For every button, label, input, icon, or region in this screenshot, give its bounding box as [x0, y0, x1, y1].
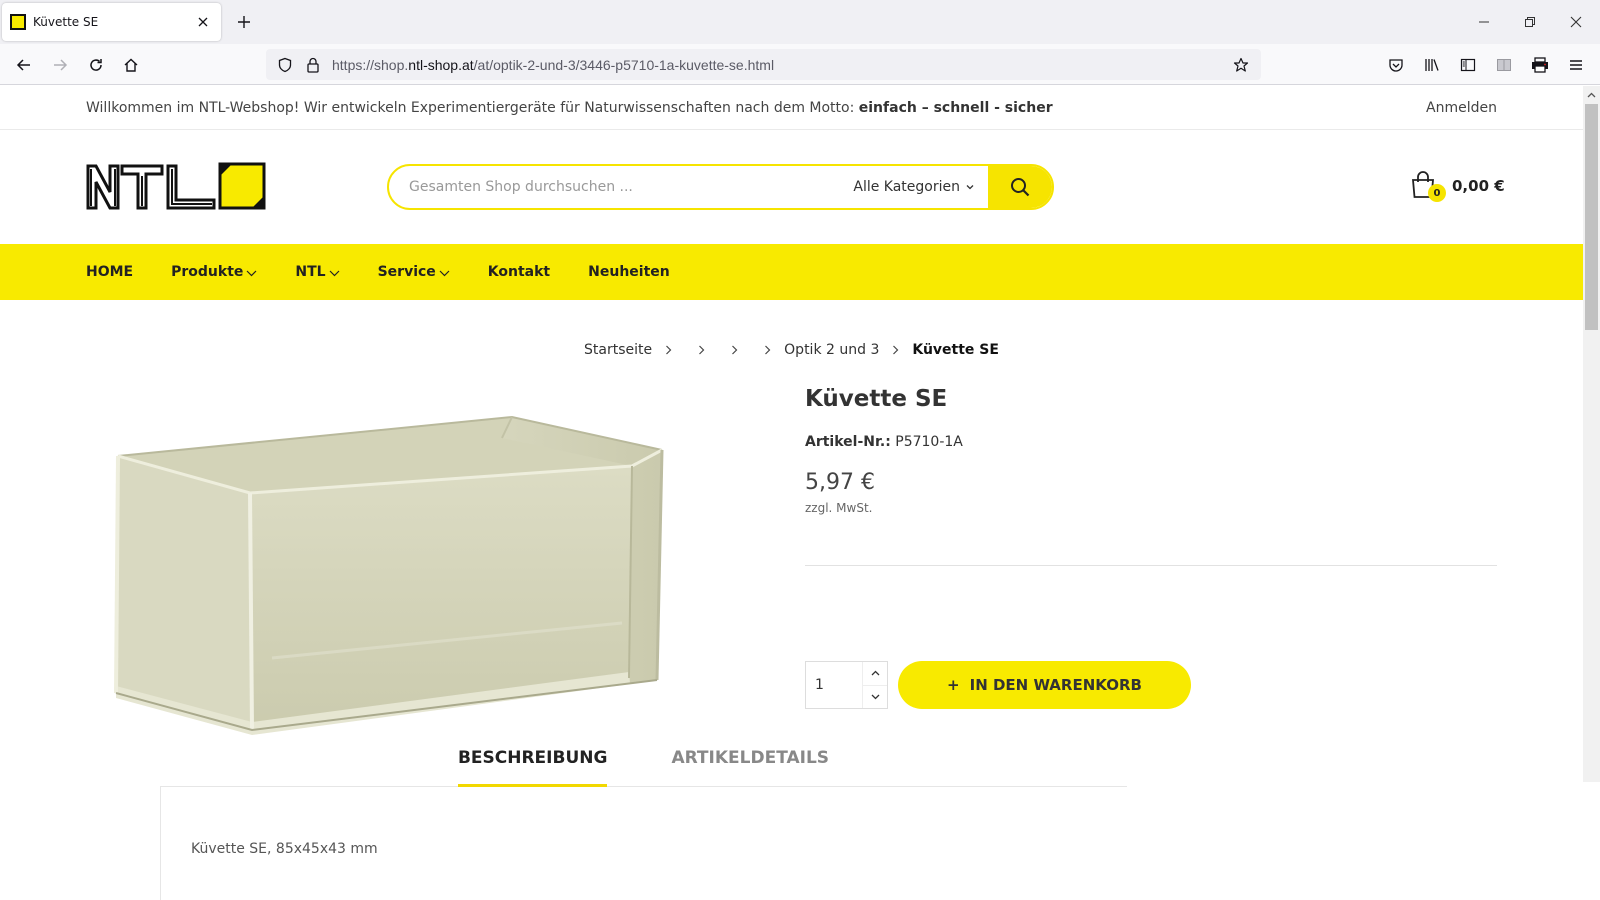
nav-neuheiten-label: Neuheiten [588, 264, 670, 280]
nav-ntl[interactable]: NTL [295, 264, 340, 280]
product-info: Küvette SE Artikel-Nr.: P5710-1A 5,97 € … [805, 386, 1497, 566]
login-link[interactable]: Anmelden [1426, 100, 1497, 116]
browser-tab-bar: Küvette SE [0, 0, 1600, 44]
product-title: Küvette SE [805, 386, 948, 412]
lock-icon[interactable] [304, 56, 322, 74]
vertical-scrollbar[interactable] [1583, 86, 1600, 782]
motto-text: einfach – schnell - sicher [858, 99, 1053, 116]
favicon-icon [10, 14, 26, 30]
add-to-cart-label: IN DEN WARENKORB [969, 676, 1142, 694]
shopping-bag-icon: 0 [1410, 171, 1446, 202]
close-tab-icon[interactable] [193, 12, 213, 32]
quantity-stepper [805, 661, 888, 709]
sku-value: P5710-1A [895, 434, 963, 450]
tab-description[interactable]: BESCHREIBUNG [457, 744, 608, 787]
mini-cart[interactable]: 0 0,00 € [1410, 171, 1505, 202]
quantity-arrows [862, 662, 887, 708]
chevron-right-icon [731, 345, 738, 355]
pocket-icon[interactable] [1384, 53, 1408, 77]
breadcrumb-current: Küvette SE [912, 342, 999, 358]
tab-title: Küvette SE [33, 15, 99, 29]
category-select-label: Alle Kategorien [853, 179, 960, 195]
shield-icon[interactable] [276, 56, 294, 74]
welcome-bar: Willkommen im NTL-Webshop! Wir entwickel… [0, 86, 1583, 130]
sidebar-icon[interactable] [1456, 53, 1480, 77]
chevron-right-icon [665, 345, 672, 355]
welcome-message: Willkommen im NTL-Webshop! Wir entwickel… [86, 99, 1053, 116]
library-icon[interactable] [1420, 53, 1444, 77]
category-select[interactable]: Alle Kategorien [839, 166, 988, 208]
search-bar: Alle Kategorien [387, 164, 1054, 210]
add-to-cart-button[interactable]: + IN DEN WARENKORB [898, 661, 1191, 709]
home-icon[interactable] [118, 52, 144, 78]
nav-produkte-label: Produkte [171, 264, 244, 280]
forward-icon[interactable] [47, 52, 73, 78]
cart-total: 0,00 € [1452, 177, 1505, 195]
nav-home[interactable]: HOME [86, 264, 133, 280]
chevron-down-icon [246, 270, 257, 277]
plus-icon: + [947, 676, 960, 694]
nav-home-label: HOME [86, 264, 134, 280]
chevron-down-icon [966, 184, 974, 190]
back-icon[interactable] [11, 52, 37, 78]
print-icon[interactable] [1528, 53, 1552, 77]
search-icon [1010, 177, 1030, 197]
product-image[interactable] [82, 408, 776, 748]
chevron-down-icon [439, 270, 450, 277]
breadcrumb-category[interactable]: Optik 2 und 3 [784, 342, 879, 358]
divider [805, 565, 1497, 566]
nav-ntl-label: NTL [295, 264, 326, 280]
quantity-increase-icon[interactable] [863, 662, 887, 686]
menu-icon[interactable] [1564, 53, 1588, 77]
scrollbar-thumb[interactable] [1585, 104, 1598, 330]
chevron-right-icon [698, 345, 705, 355]
new-tab-icon[interactable] [233, 11, 255, 33]
tab-details[interactable]: ARTIKELDETAILS [671, 744, 829, 787]
reload-icon[interactable] [83, 52, 109, 78]
scroll-up-icon[interactable] [1583, 86, 1600, 103]
minimize-icon[interactable] [1474, 12, 1494, 32]
sku-label: Artikel-Nr.: [805, 434, 891, 450]
search-input[interactable] [389, 166, 840, 208]
quantity-decrease-icon[interactable] [863, 686, 887, 709]
breadcrumb: Startseite Optik 2 und 3 Küvette SE [0, 342, 1583, 358]
nav-kontakt-label: Kontakt [487, 264, 551, 280]
nav-produkte[interactable]: Produkte [171, 264, 257, 280]
url-text[interactable]: https://shop.ntl-shop.at/at/optik-2-und-… [332, 57, 1231, 73]
product-sku: Artikel-Nr.: P5710-1A [805, 434, 1497, 450]
address-bar[interactable]: https://shop.ntl-shop.at/at/optik-2-und-… [266, 49, 1261, 80]
restore-icon[interactable] [1520, 12, 1540, 32]
site-header: Alle Kategorien 0 0,00 € [0, 131, 1583, 244]
nav-service-label: Service [377, 264, 436, 280]
quantity-input[interactable] [806, 662, 862, 708]
nav-service[interactable]: Service [378, 264, 450, 280]
bookmark-star-icon[interactable] [1231, 55, 1251, 75]
cart-count-badge: 0 [1428, 184, 1446, 202]
chevron-right-icon [892, 345, 899, 355]
chevron-down-icon [329, 270, 340, 277]
description-panel: Küvette SE, 85x45x43 mm [160, 787, 1127, 900]
product-tabs: BESCHREIBUNG ARTIKELDETAILS [160, 744, 1127, 787]
browser-toolbar: https://shop.ntl-shop.at/at/optik-2-und-… [0, 44, 1600, 85]
chevron-right-icon [764, 345, 771, 355]
breadcrumb-home[interactable]: Startseite [584, 342, 652, 358]
product-price: 5,97 € [805, 470, 875, 495]
tax-note: zzgl. MwSt. [805, 501, 873, 515]
browser-tab-active[interactable]: Küvette SE [2, 3, 221, 41]
main-navigation: HOME Produkte NTL Service Kontakt Neuhei… [0, 244, 1583, 300]
search-button[interactable] [988, 166, 1052, 208]
page-viewport: Willkommen im NTL-Webshop! Wir entwickel… [0, 86, 1600, 900]
ntl-logo[interactable] [86, 160, 268, 212]
nav-kontakt[interactable]: Kontakt [488, 264, 550, 280]
nav-neuheiten[interactable]: Neuheiten [588, 264, 670, 280]
close-window-icon[interactable] [1566, 12, 1586, 32]
reader-view-icon[interactable] [1492, 53, 1516, 77]
description-text: Küvette SE, 85x45x43 mm [191, 841, 378, 857]
